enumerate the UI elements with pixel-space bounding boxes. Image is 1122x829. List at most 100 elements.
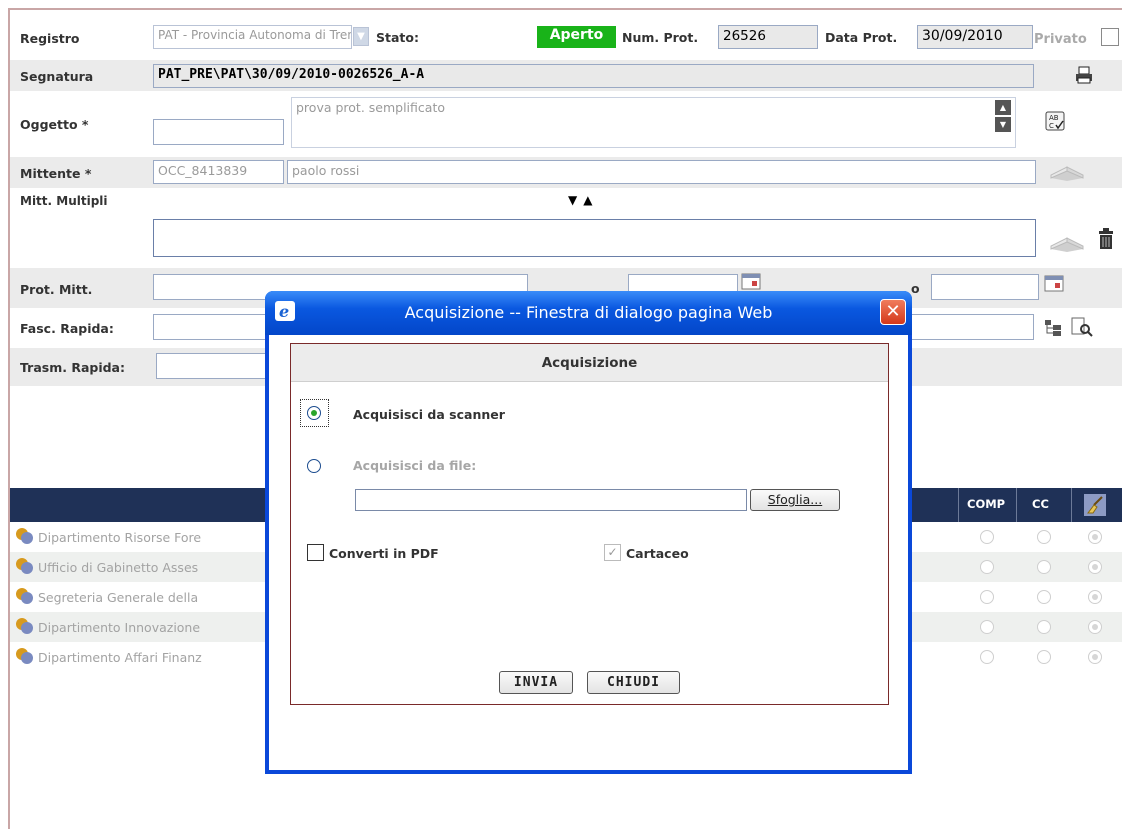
- column-divider: [958, 488, 959, 522]
- default-radio[interactable]: [1088, 620, 1102, 634]
- cc-radio[interactable]: [1037, 650, 1051, 664]
- mitt-multipli-label: Mitt. Multipli: [20, 194, 108, 208]
- folder-tree-icon[interactable]: [1043, 318, 1065, 338]
- oggetto-row: Oggetto * prova prot. semplificato ▲ ▼ A…: [10, 91, 1122, 157]
- mittente-name-value: paolo rossi: [292, 163, 360, 178]
- num-prot-value: 26526: [723, 28, 766, 44]
- search-document-icon[interactable]: [1070, 316, 1094, 338]
- fasc-rapida-input[interactable]: [153, 314, 273, 340]
- segnatura-value: PAT_PRE\PAT\30/09/2010-0026526_A-A: [158, 67, 425, 82]
- address-book-icon[interactable]: [1047, 232, 1087, 254]
- office-icon: [16, 558, 33, 574]
- close-button[interactable]: CHIUDI: [587, 671, 680, 694]
- browse-button[interactable]: Sfoglia...: [750, 489, 840, 511]
- mitt-multipli-list[interactable]: [153, 219, 1036, 257]
- svg-text:C: C: [1049, 122, 1054, 130]
- trash-icon[interactable]: [1097, 228, 1115, 250]
- registro-select-value: PAT - Provincia Autonoma di Tren: [158, 28, 352, 42]
- oggetto-value: prova prot. semplificato: [296, 100, 445, 115]
- dialog-title: Acquisizione -- Finestra di dialogo pagi…: [404, 303, 773, 322]
- dialog-body: Acquisizione Acquisisci da scanner Acqui…: [269, 335, 908, 770]
- chevron-down-icon[interactable]: ▼: [353, 27, 369, 46]
- registro-select[interactable]: PAT - Provincia Autonoma di Tren: [153, 25, 352, 49]
- convert-pdf-label[interactable]: Converti in PDF: [329, 546, 439, 561]
- cc-column-header: CC: [1032, 497, 1049, 511]
- fasc-rapida-label: Fasc. Rapida:: [20, 321, 114, 336]
- scroll-down-icon[interactable]: ▼: [995, 117, 1011, 132]
- address-book-icon[interactable]: [1047, 161, 1087, 183]
- browse-button-label: Sfoglia...: [767, 492, 823, 507]
- expand-collapse-arrows-icon[interactable]: ▼▲: [568, 193, 598, 207]
- default-radio[interactable]: [1088, 590, 1102, 604]
- office-icon: [16, 588, 33, 604]
- data-prot-field: 30/09/2010: [917, 25, 1033, 49]
- comp-radio[interactable]: [980, 590, 994, 604]
- data-arrivo-input[interactable]: [931, 274, 1039, 300]
- printer-icon[interactable]: [1074, 65, 1094, 85]
- dialog-titlebar[interactable]: e Acquisizione -- Finestra di dialogo pa…: [265, 291, 912, 335]
- close-icon[interactable]: ✕: [880, 299, 906, 325]
- num-prot-field: 26526: [718, 25, 818, 49]
- send-button[interactable]: INVIA: [499, 671, 573, 694]
- trasm-rapida-label: Trasm. Rapida:: [20, 360, 125, 375]
- mittente-code-value: OCC_8413839: [158, 163, 248, 178]
- cartaceo-label[interactable]: Cartaceo: [626, 546, 689, 561]
- comp-radio[interactable]: [980, 530, 994, 544]
- cc-radio[interactable]: [1037, 530, 1051, 544]
- cc-radio[interactable]: [1037, 560, 1051, 574]
- file-path-input[interactable]: [355, 489, 747, 511]
- office-name: Ufficio di Gabinetto Asses: [38, 560, 199, 575]
- mittente-code-input[interactable]: OCC_8413839: [153, 160, 284, 184]
- prot-mitt-label: Prot. Mitt.: [20, 282, 93, 297]
- panel-header: Acquisizione: [291, 344, 888, 382]
- comp-radio[interactable]: [980, 620, 994, 634]
- column-divider: [1071, 488, 1072, 522]
- scanner-option-label[interactable]: Acquisisci da scanner: [353, 407, 505, 422]
- stato-label: Stato:: [376, 30, 419, 45]
- mitt-multipli-row: Mitt. Multipli ▼▲: [10, 188, 1122, 268]
- scroll-up-icon[interactable]: ▲: [995, 100, 1011, 115]
- oggetto-code-input[interactable]: [153, 119, 284, 145]
- data-prot-value: 30/09/2010: [922, 28, 1003, 44]
- comp-radio[interactable]: [980, 560, 994, 574]
- cc-radio[interactable]: [1037, 590, 1051, 604]
- convert-pdf-checkbox[interactable]: [307, 544, 324, 561]
- cartaceo-checkbox[interactable]: ✓: [604, 544, 621, 561]
- svg-text:AB: AB: [1049, 114, 1059, 122]
- calendar-icon[interactable]: [741, 272, 761, 290]
- office-icon: [16, 618, 33, 634]
- calendar-icon[interactable]: [1044, 274, 1064, 292]
- broom-icon[interactable]: [1084, 494, 1106, 516]
- comp-column-header: COMP: [967, 497, 1006, 511]
- trasm-rapida-input[interactable]: [156, 353, 276, 379]
- spellcheck-icon[interactable]: AB C: [1043, 109, 1067, 133]
- fasc-rapida-desc-input[interactable]: [910, 314, 1034, 340]
- column-divider: [1016, 488, 1017, 522]
- default-radio[interactable]: [1088, 560, 1102, 574]
- mittente-name-input[interactable]: paolo rossi: [287, 160, 1036, 184]
- oggetto-textarea[interactable]: prova prot. semplificato: [291, 97, 1016, 148]
- send-button-label: INVIA: [513, 675, 559, 690]
- office-name: Segreteria Generale della: [38, 590, 199, 605]
- default-radio[interactable]: [1088, 650, 1102, 664]
- office-name: Dipartimento Innovazione: [38, 620, 201, 635]
- num-prot-label: Num. Prot.: [622, 30, 699, 45]
- office-name: Dipartimento Risorse Fore: [38, 530, 202, 545]
- file-option-label[interactable]: Acquisisci da file:: [353, 458, 476, 473]
- office-icon: [16, 648, 33, 664]
- registro-row: Registro PAT - Provincia Autonoma di Tre…: [10, 18, 1122, 60]
- default-radio[interactable]: [1088, 530, 1102, 544]
- cc-radio[interactable]: [1037, 620, 1051, 634]
- privato-label: Privato: [1034, 32, 1087, 47]
- close-button-label: CHIUDI: [607, 675, 660, 690]
- scanner-radio[interactable]: [307, 406, 321, 420]
- status-badge: Aperto: [537, 26, 616, 48]
- privato-checkbox[interactable]: [1101, 28, 1119, 46]
- comp-radio[interactable]: [980, 650, 994, 664]
- segnatura-field: PAT_PRE\PAT\30/09/2010-0026526_A-A: [153, 64, 1034, 88]
- file-radio[interactable]: [307, 459, 321, 473]
- segnatura-label: Segnatura: [20, 69, 94, 84]
- mittente-row: Mittente * OCC_8413839 paolo rossi: [10, 157, 1122, 188]
- registro-label: Registro: [20, 31, 80, 46]
- panel-title: Acquisizione: [541, 355, 638, 371]
